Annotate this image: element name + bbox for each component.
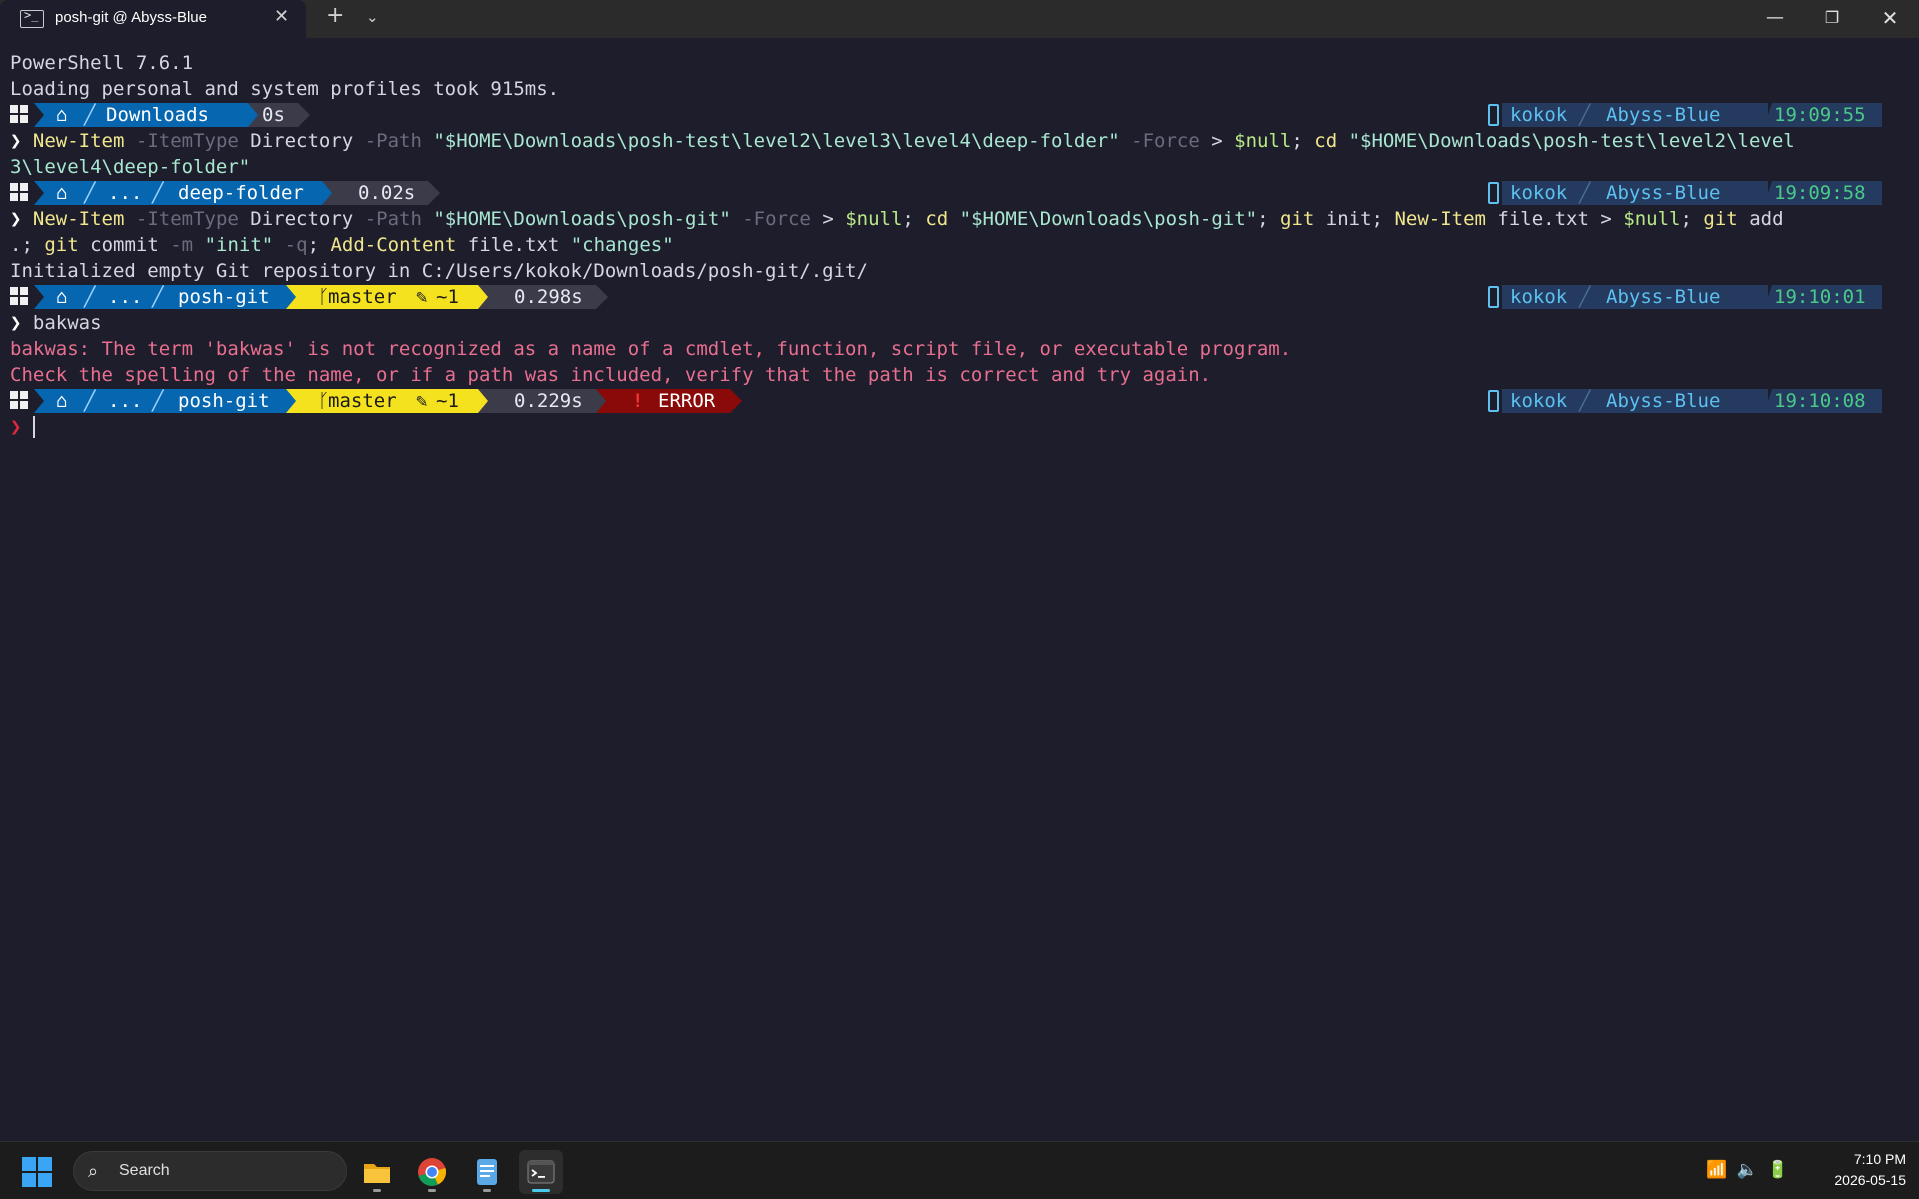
path-current: posh-git: [178, 390, 270, 412]
restore-button[interactable]: ❐: [1804, 0, 1860, 38]
tab-close-button[interactable]: ✕: [274, 6, 289, 27]
git-changes: ~1: [436, 390, 459, 412]
close-window-button[interactable]: ✕: [1862, 0, 1918, 38]
error-message: bakwas: The term 'bakwas' is not recogni…: [10, 338, 1292, 360]
command-line: ❯ bakwas: [10, 312, 102, 334]
edit-icon: ✎: [416, 286, 428, 308]
user-theme-segment: kokok ╱ Abyss-Blue: [1502, 389, 1768, 413]
command-line: ❯ New-Item -ItemType Directory -Path "$H…: [10, 208, 1784, 230]
git-segment: ᚴ master ✎ ~1: [286, 285, 490, 309]
time-segment: 19:10:08: [1764, 389, 1882, 413]
time-segment: 19:09:55: [1764, 103, 1882, 127]
search-icon: ⌕: [88, 1161, 99, 1182]
path-current: posh-git: [178, 286, 270, 308]
windows-os-icon: [10, 105, 28, 123]
path-segment: ⌂ ╱ ... ╱ posh-git: [34, 285, 298, 309]
taskbar: ⌕ Search 📶 🔈 🔋 7:10 PM 2026-05-15: [0, 1141, 1919, 1199]
duration-segment: 0.298s: [478, 285, 608, 309]
shell-icon: [1488, 286, 1499, 308]
home-icon: ⌂: [56, 104, 68, 126]
system-tray[interactable]: 📶 🔈 🔋: [1706, 1160, 1788, 1180]
path-separator: ╱: [152, 182, 164, 204]
version-banner: PowerShell 7.6.1: [10, 52, 194, 74]
wifi-icon[interactable]: 📶: [1706, 1160, 1727, 1180]
windows-os-icon: [10, 287, 28, 305]
clock-date[interactable]: 2026-05-15: [1806, 1172, 1906, 1188]
path-ellipsis: ...: [108, 390, 143, 412]
command-line-wrap: .; git commit -m "init" -q; Add-Content …: [10, 234, 674, 256]
user-theme-segment: kokok ╱ Abyss-Blue: [1502, 285, 1768, 309]
path-separator: ╱: [84, 390, 96, 412]
chrome-icon[interactable]: [410, 1150, 454, 1194]
powershell-icon: >_: [20, 8, 44, 28]
duration-segment: 0.229s: [478, 389, 608, 413]
path-ellipsis: ...: [108, 286, 143, 308]
path-segment: ⌂ ╱ ... ╱ deep-folder: [34, 181, 334, 205]
chevron-down-icon[interactable]: ⌄: [366, 8, 379, 26]
taskbar-search[interactable]: ⌕ Search: [73, 1151, 347, 1191]
volume-icon[interactable]: 🔈: [1737, 1160, 1758, 1180]
shell-icon: [1488, 104, 1499, 126]
shell-icon: [1488, 390, 1499, 412]
path-separator: ╱: [84, 104, 96, 126]
user-theme-segment: kokok ╱ Abyss-Blue: [1502, 181, 1768, 205]
windows-os-icon: [10, 183, 28, 201]
new-tab-button[interactable]: +: [326, 3, 344, 28]
error-icon: !: [632, 390, 644, 412]
home-icon: ⌂: [56, 182, 68, 204]
git-changes: ~1: [436, 286, 459, 308]
search-label: Search: [119, 1162, 170, 1179]
path-current: Downloads: [106, 104, 209, 126]
time-segment: 19:10:01: [1764, 285, 1882, 309]
active-prompt[interactable]: ❯: [10, 414, 21, 440]
terminal-output[interactable]: PowerShell 7.6.1 Loading personal and sy…: [0, 38, 1919, 1141]
terminal-icon[interactable]: [519, 1150, 563, 1194]
profile-load-message: Loading personal and system profiles too…: [10, 78, 560, 100]
command-line-wrap: 3\level4\deep-folder": [10, 156, 251, 178]
home-icon: ⌂: [56, 390, 68, 412]
error-status-segment: ! ERROR: [596, 389, 742, 413]
shell-icon: [1488, 182, 1499, 204]
git-init-output: Initialized empty Git repository in C:/U…: [10, 260, 868, 282]
path-separator: ╱: [84, 182, 96, 204]
file-explorer-icon[interactable]: [355, 1150, 399, 1194]
start-button[interactable]: [22, 1157, 52, 1187]
path-ellipsis: ...: [108, 182, 143, 204]
path-segment: ⌂ ╱ ... ╱ posh-git: [34, 389, 298, 413]
path-current: deep-folder: [178, 182, 304, 204]
git-segment: ᚴ master ✎ ~1: [286, 389, 490, 413]
git-branch: master: [328, 286, 397, 308]
error-message: Check the spelling of the name, or if a …: [10, 364, 1212, 386]
user-theme-segment: kokok ╱ Abyss-Blue: [1502, 103, 1768, 127]
tab-title: posh-git @ Abyss-Blue: [55, 9, 207, 26]
path-separator: ╱: [84, 286, 96, 308]
path-separator: ╱: [152, 390, 164, 412]
minimize-button[interactable]: —: [1747, 0, 1803, 38]
edit-icon: ✎: [416, 390, 428, 412]
path-separator: ╱: [152, 286, 164, 308]
notepad-icon[interactable]: [465, 1150, 509, 1194]
clock-time[interactable]: 7:10 PM: [1826, 1151, 1906, 1167]
time-segment: 19:09:58: [1764, 181, 1882, 205]
title-bar: >_ posh-git @ Abyss-Blue ✕ + ⌄ — ❐ ✕: [0, 0, 1919, 38]
battery-icon[interactable]: 🔋: [1767, 1160, 1788, 1180]
home-icon: ⌂: [56, 286, 68, 308]
terminal-tab[interactable]: >_ posh-git @ Abyss-Blue ✕: [0, 0, 306, 38]
command-line: ❯ New-Item -ItemType Directory -Path "$H…: [10, 130, 1795, 152]
text-cursor: [33, 416, 35, 438]
path-segment: ⌂ ╱ Downloads: [34, 103, 260, 127]
windows-os-icon: [10, 391, 28, 409]
git-branch: master: [328, 390, 397, 412]
duration-segment: 0.02s: [322, 181, 440, 205]
